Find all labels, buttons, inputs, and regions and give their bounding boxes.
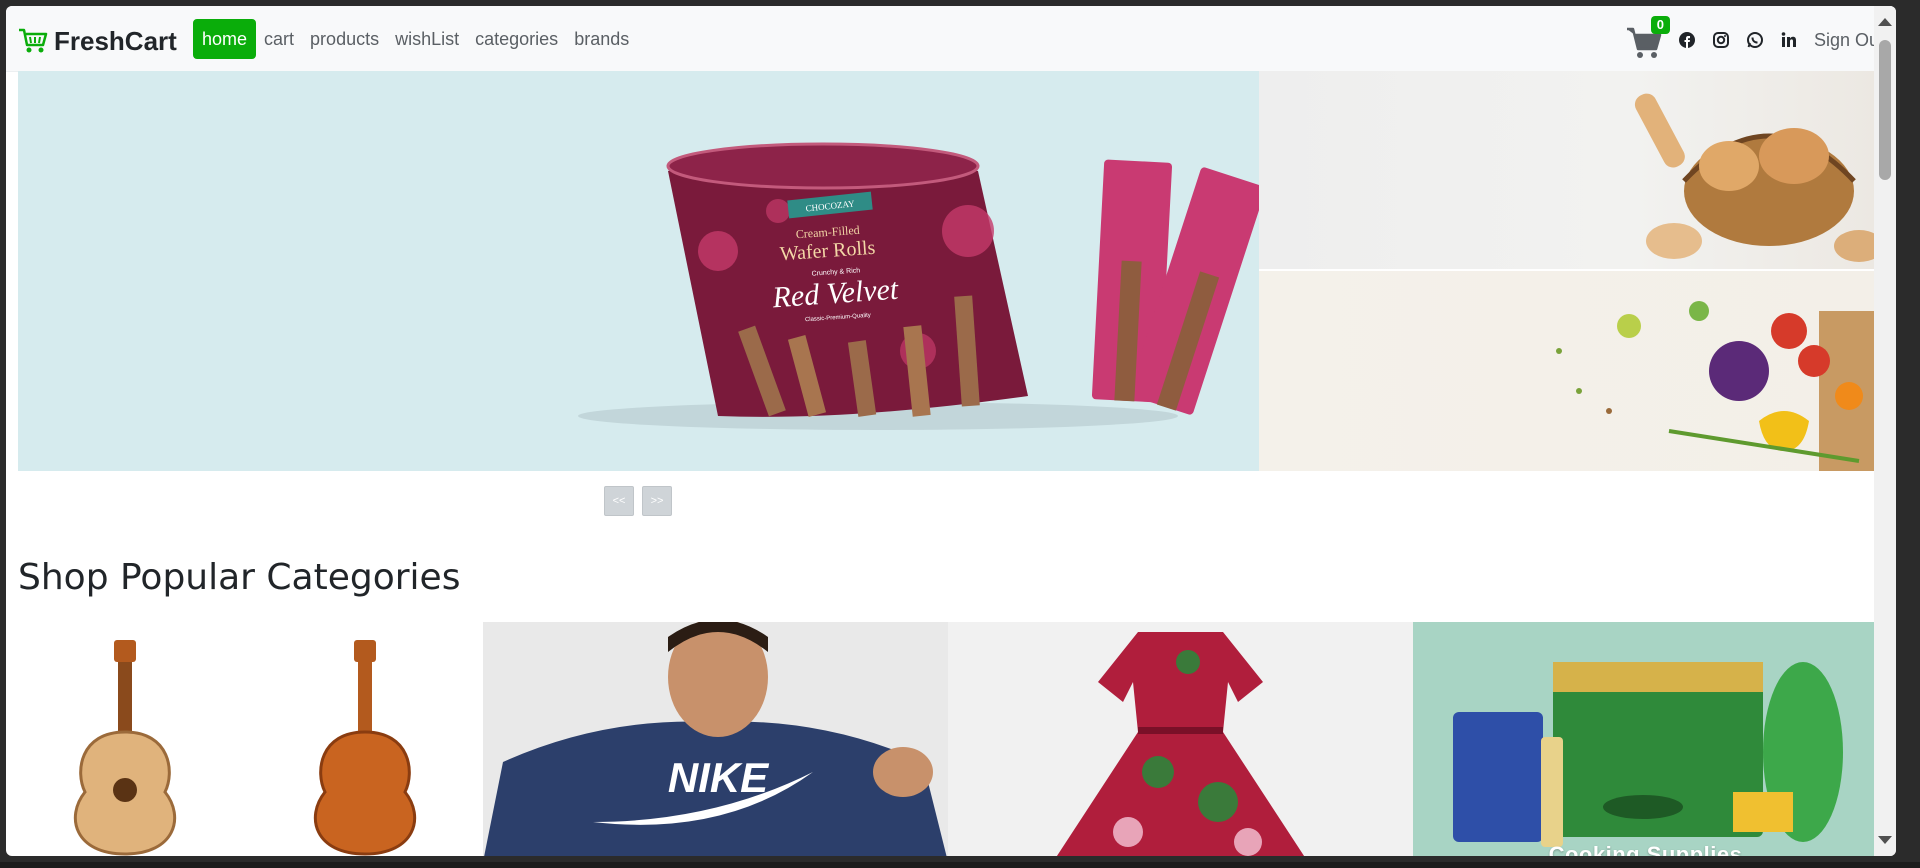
category-card-women-fashion[interactable] xyxy=(948,622,1413,856)
category-slider: NIKE Cooking Supplies xyxy=(18,622,1880,856)
vegetables-image xyxy=(1259,271,1879,471)
main-slider[interactable]: CHOCOZAY Cream-Filled Wafer Rolls Crunch… xyxy=(18,71,1259,471)
slider-prev-button[interactable]: << xyxy=(604,486,634,516)
scroll-up-arrow-icon[interactable] xyxy=(1878,18,1892,26)
linkedin-icon[interactable] xyxy=(1780,31,1798,49)
instagram-icon[interactable] xyxy=(1712,31,1730,49)
cooking-supplies-label: Cooking Supplies xyxy=(1548,842,1743,856)
category-card-music[interactable] xyxy=(18,622,483,856)
nav-link-categories[interactable]: categories xyxy=(467,20,566,58)
nav-link-cart[interactable]: cart xyxy=(256,20,302,58)
nav-link-products[interactable]: products xyxy=(302,20,387,58)
scroll-down-arrow-icon[interactable] xyxy=(1878,836,1892,844)
browser-viewport: FreshCart home cart products wishList ca… xyxy=(6,6,1896,856)
section-title: Shop Popular Categories xyxy=(18,557,461,598)
nav-link-home[interactable]: home xyxy=(193,19,257,59)
cooking-supplies-image xyxy=(1453,662,1843,847)
cart-logo-icon xyxy=(19,28,48,53)
nav-link-wishlist[interactable]: wishList xyxy=(387,20,467,58)
nike-text: NIKE xyxy=(668,754,770,801)
slider-controls: << >> xyxy=(604,486,672,516)
cart-button[interactable]: 0 xyxy=(1626,16,1670,58)
brand-logo[interactable]: FreshCart xyxy=(18,26,177,56)
nav-links: home cart products wishList categories b… xyxy=(193,19,637,59)
guitars-image xyxy=(74,640,416,856)
page-scrollbar[interactable] xyxy=(1874,6,1896,856)
bread-basket-image xyxy=(1259,71,1879,269)
category-card-supermarket[interactable]: Cooking Supplies xyxy=(1413,622,1878,856)
slider-next-button[interactable]: >> xyxy=(642,486,672,516)
category-card-men-fashion[interactable]: NIKE xyxy=(483,622,948,856)
nike-hoodie-model-image: NIKE xyxy=(484,622,947,856)
wafer-rolls-product-image: CHOCOZAY Cream-Filled Wafer Rolls Crunch… xyxy=(578,142,1259,430)
taskbar-strip xyxy=(0,862,1920,868)
bread-basket-illustration xyxy=(1634,93,1879,262)
navbar: FreshCart home cart products wishList ca… xyxy=(6,6,1896,72)
nav-right: 0 Sign Out xyxy=(1626,16,1884,60)
cart-count-badge: 0 xyxy=(1650,16,1670,34)
scroll-thumb[interactable] xyxy=(1879,40,1891,180)
facebook-icon[interactable] xyxy=(1678,31,1696,49)
floral-dress-image xyxy=(1056,632,1305,856)
nav-link-brands[interactable]: brands xyxy=(566,20,637,58)
whatsapp-icon[interactable] xyxy=(1746,31,1764,49)
vegetables-illustration xyxy=(1556,301,1879,471)
brand-name: FreshCart xyxy=(54,25,177,56)
